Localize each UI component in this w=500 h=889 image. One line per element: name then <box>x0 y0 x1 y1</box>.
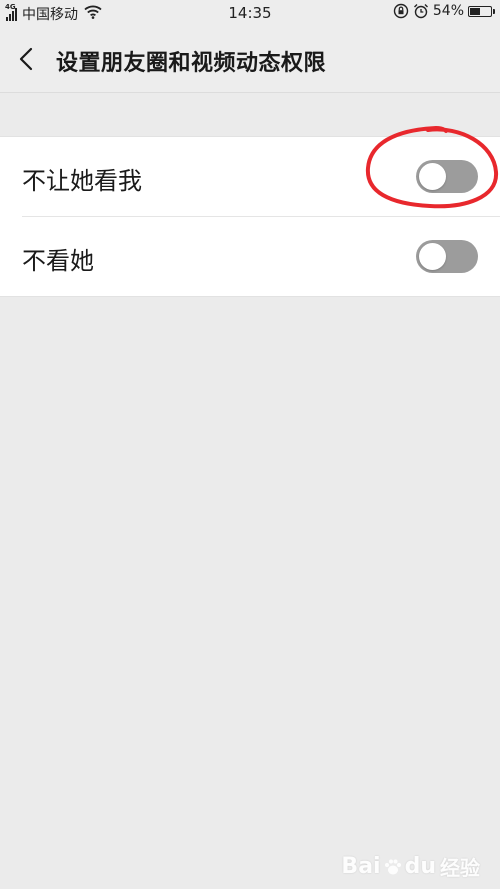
watermark-brand: Bai <box>341 854 381 879</box>
hide-my-moments-toggle[interactable] <box>416 160 478 193</box>
battery-icon <box>468 5 495 17</box>
status-right: 54% <box>393 3 495 19</box>
setting-label: 不让她看我 <box>22 167 142 195</box>
toggle-knob <box>419 163 446 190</box>
rotation-lock-icon <box>393 3 409 19</box>
watermark-brand-suffix: du <box>404 854 436 879</box>
watermark-sub: 经验 <box>440 856 480 880</box>
baidu-jingyan-watermark: Bai du 经验 <box>341 852 480 881</box>
setting-row-hide-my-moments: 不让她看我 <box>0 137 500 216</box>
setting-label: 不看她 <box>22 247 94 275</box>
alarm-icon <box>413 4 428 19</box>
back-button[interactable] <box>14 44 42 74</box>
setting-row-hide-her-moments: 不看她 <box>22 216 500 296</box>
status-bar: 4G 中国移动 14:35 54% <box>0 0 500 26</box>
page-title: 设置朋友圈和视频动态权限 <box>56 51 327 76</box>
nav-bar: 设置朋友圈和视频动态权限 <box>0 26 500 93</box>
battery-percent: 54% <box>432 3 464 19</box>
hide-her-moments-toggle[interactable] <box>416 240 478 273</box>
toggle-knob <box>419 243 446 270</box>
settings-list: 不让她看我 不看她 <box>0 136 500 297</box>
chevron-left-icon <box>19 47 33 71</box>
paw-icon <box>384 859 401 874</box>
